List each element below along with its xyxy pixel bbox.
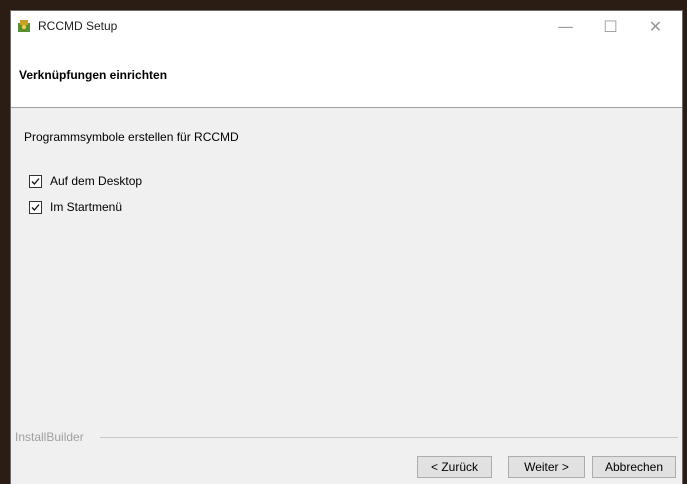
next-button[interactable]: Weiter > bbox=[508, 456, 585, 478]
footer-divider bbox=[100, 437, 678, 438]
page-title: Verknüpfungen einrichten bbox=[19, 68, 168, 82]
close-button[interactable]: ✕ bbox=[633, 11, 678, 42]
maximize-button[interactable]: ☐ bbox=[588, 11, 633, 42]
minimize-icon: — bbox=[557, 17, 574, 36]
desktop-shortcut-label: Auf dem Desktop bbox=[50, 174, 143, 188]
back-button[interactable]: < Zurück bbox=[417, 456, 492, 478]
description-text: Programmsymbole erstellen für RCCMD bbox=[24, 130, 239, 144]
checkmark-icon bbox=[31, 177, 40, 185]
title-bar: RCCMD Setup — ☐ ✕ bbox=[11, 11, 682, 42]
desktop-shortcut-option[interactable]: Auf dem Desktop bbox=[29, 174, 142, 188]
window-title: RCCMD Setup bbox=[38, 19, 118, 33]
installbuilder-label: InstallBuilder bbox=[15, 430, 84, 444]
app-icon bbox=[18, 20, 30, 32]
startmenu-shortcut-label: Im Startmenü bbox=[50, 200, 123, 214]
close-icon: ✕ bbox=[648, 17, 663, 36]
maximize-icon: ☐ bbox=[603, 17, 618, 36]
minimize-button[interactable]: — bbox=[543, 11, 588, 42]
cancel-button[interactable]: Abbrechen bbox=[592, 456, 676, 478]
startmenu-shortcut-checkbox[interactable] bbox=[29, 200, 42, 214]
desktop-shortcut-checkbox[interactable] bbox=[29, 174, 42, 188]
startmenu-shortcut-option[interactable]: Im Startmenü bbox=[29, 200, 122, 214]
header-panel: Verknüpfungen einrichten bbox=[11, 42, 682, 108]
checkmark-icon bbox=[31, 203, 40, 211]
setup-window: RCCMD Setup — ☐ ✕ Verknüpfungen einricht… bbox=[10, 10, 683, 484]
